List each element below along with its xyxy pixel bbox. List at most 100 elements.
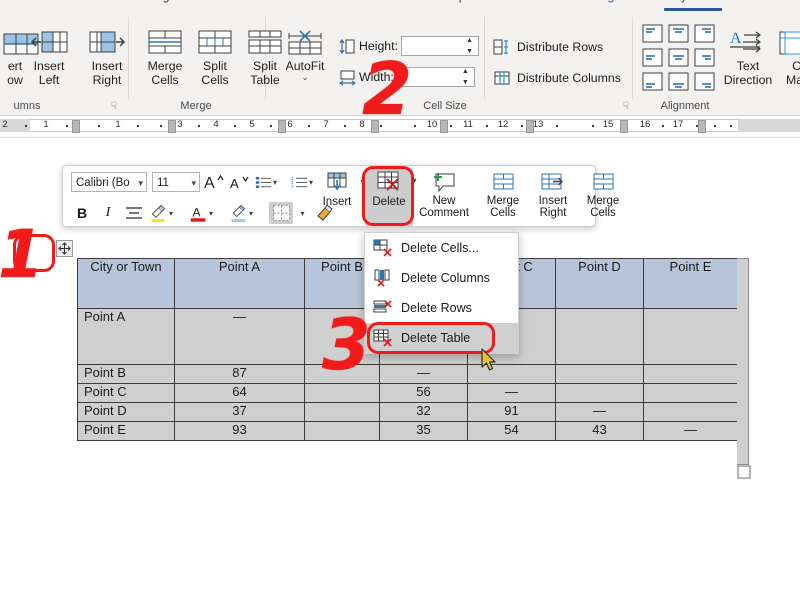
table-row-label[interactable]: Point E (78, 422, 175, 441)
chevron-down-icon[interactable]: ▾ (191, 174, 196, 192)
font-color-button[interactable]: A ▾ (189, 203, 213, 224)
table-cell[interactable]: 64 (175, 384, 305, 403)
table-cell[interactable] (644, 309, 738, 365)
distribute-rows-button[interactable]: Distribute Rows (493, 38, 603, 56)
row-height-spinner[interactable]: ▲▼ (465, 38, 474, 55)
new-comment-button[interactable]: New Comment (418, 169, 470, 219)
align-bottom-left-button[interactable] (641, 71, 664, 92)
font-size-combo[interactable]: 11 ▾ (152, 172, 200, 192)
delete-cells-menu-item[interactable]: Delete Cells... (365, 233, 518, 263)
table-row[interactable]: Point C 64 56 — (78, 384, 738, 403)
table-cell[interactable]: 43 (556, 422, 644, 441)
insert-left-button[interactable]: Insert Left (20, 21, 78, 87)
tab-layout[interactable]: Layout (667, 0, 705, 3)
table-cell[interactable]: 87 (175, 365, 305, 384)
ruler-column-marker[interactable] (72, 120, 80, 133)
table-cell[interactable]: 32 (380, 403, 468, 422)
align-top-center-button[interactable] (667, 23, 690, 44)
table-cell[interactable] (644, 384, 738, 403)
table-cell[interactable]: — (468, 384, 556, 403)
merge-cells-2-button[interactable]: Merge Cells (581, 169, 625, 219)
table-cell[interactable] (305, 384, 380, 403)
ruler-column-marker[interactable] (168, 120, 176, 133)
styles-button[interactable] (123, 203, 145, 223)
tab-help[interactable]: Help (440, 0, 466, 3)
delete-rows-menu-item[interactable]: Delete Rows (365, 293, 518, 323)
table-cell[interactable] (305, 422, 380, 441)
shrink-font-button[interactable]: A (229, 171, 251, 193)
bullets-button[interactable]: ▾ (255, 172, 277, 192)
insert-button[interactable]: Insert (317, 170, 357, 208)
table-header-cell[interactable]: Point E (644, 259, 738, 309)
ruler-column-marker[interactable] (620, 120, 628, 133)
align-bottom-center-button[interactable] (667, 71, 690, 92)
table-header-cell[interactable]: City or Town (78, 259, 175, 309)
table-cell[interactable] (305, 403, 380, 422)
chevron-down-icon[interactable]: ▾ (209, 209, 213, 218)
text-direction-button[interactable]: A Text Direction (716, 21, 780, 87)
shading-button[interactable]: ▾ (229, 203, 253, 224)
table-cell[interactable]: 93 (175, 422, 305, 441)
cell-margins-button[interactable]: Ce Marg (776, 21, 800, 87)
borders-dropdown[interactable]: ▾ (295, 203, 309, 223)
table-cell[interactable]: 35 (380, 422, 468, 441)
chevron-down-icon[interactable]: ▾ (249, 209, 253, 218)
borders-button[interactable] (269, 202, 293, 224)
numbering-button[interactable]: 123 ▾ (291, 172, 313, 192)
tab-mailings[interactable]: Mailings (130, 0, 176, 3)
italic-button[interactable]: I (97, 202, 119, 224)
table-move-handle[interactable] (56, 240, 73, 257)
table-cell[interactable]: 54 (468, 422, 556, 441)
table-cell[interactable] (556, 309, 644, 365)
align-top-left-button[interactable] (641, 23, 664, 44)
chevron-down-icon[interactable]: ▾ (300, 209, 304, 218)
chevron-down-icon[interactable]: ▾ (273, 178, 277, 187)
align-center-button[interactable] (667, 47, 690, 68)
table-resize-handle[interactable] (737, 465, 751, 479)
table-cell[interactable]: — (644, 422, 738, 441)
tab-table-design[interactable]: Table Design (549, 0, 621, 3)
ruler-column-marker[interactable] (526, 120, 534, 133)
rows-columns-dialog-launcher[interactable]: ☟ (108, 101, 120, 113)
align-bottom-right-button[interactable] (693, 71, 716, 92)
table-row-label[interactable]: Point C (78, 384, 175, 403)
table-row-label[interactable]: Point B (78, 365, 175, 384)
bold-button[interactable]: B (71, 202, 93, 224)
ruler-column-marker[interactable] (698, 120, 706, 133)
chevron-down-icon[interactable]: ▾ (138, 174, 143, 192)
table-row-label[interactable]: Point D (78, 403, 175, 422)
table-cell[interactable]: 56 (380, 384, 468, 403)
chevron-down-icon[interactable]: ▾ (309, 178, 313, 187)
table-cell[interactable]: — (556, 403, 644, 422)
table-cell[interactable] (644, 403, 738, 422)
distribute-columns-button[interactable]: Distribute Columns (493, 69, 621, 87)
table-cell[interactable]: 91 (468, 403, 556, 422)
row-height-input[interactable]: ▲▼ (401, 36, 479, 56)
align-center-right-button[interactable] (693, 47, 716, 68)
table-cell[interactable] (644, 365, 738, 384)
table-header-cell[interactable]: Point A (175, 259, 305, 309)
autofit-caret-icon[interactable]: ⌄ (276, 73, 334, 81)
table-cell[interactable] (556, 365, 644, 384)
insert-right-button[interactable]: Insert Right (531, 169, 575, 219)
ruler-column-marker[interactable] (278, 120, 286, 133)
table-cell[interactable]: 37 (175, 403, 305, 422)
table-cell[interactable]: — (380, 365, 468, 384)
tab-view[interactable]: View (362, 0, 389, 3)
table-cell[interactable]: — (175, 309, 305, 365)
merge-cells-button[interactable]: Merge Cells (481, 169, 525, 219)
ruler-column-marker[interactable] (440, 120, 448, 133)
table-cell[interactable] (556, 384, 644, 403)
table-row[interactable]: Point E 93 35 54 43 — (78, 422, 738, 441)
align-center-left-button[interactable] (641, 47, 664, 68)
chevron-down-icon[interactable]: ▾ (169, 209, 173, 218)
font-name-combo[interactable]: Calibri (Bo ▾ (71, 172, 147, 192)
delete-columns-menu-item[interactable]: Delete Columns (365, 263, 518, 293)
table-row[interactable]: Point B 87 — (78, 365, 738, 384)
align-top-right-button[interactable] (693, 23, 716, 44)
insert-right-button[interactable]: Insert Right (78, 21, 136, 87)
table-header-cell[interactable]: Point D (556, 259, 644, 309)
tab-review[interactable]: Review (272, 0, 313, 3)
column-width-spinner[interactable]: ▲▼ (461, 69, 470, 86)
autofit-button[interactable]: AutoFit ⌄ (276, 21, 334, 81)
